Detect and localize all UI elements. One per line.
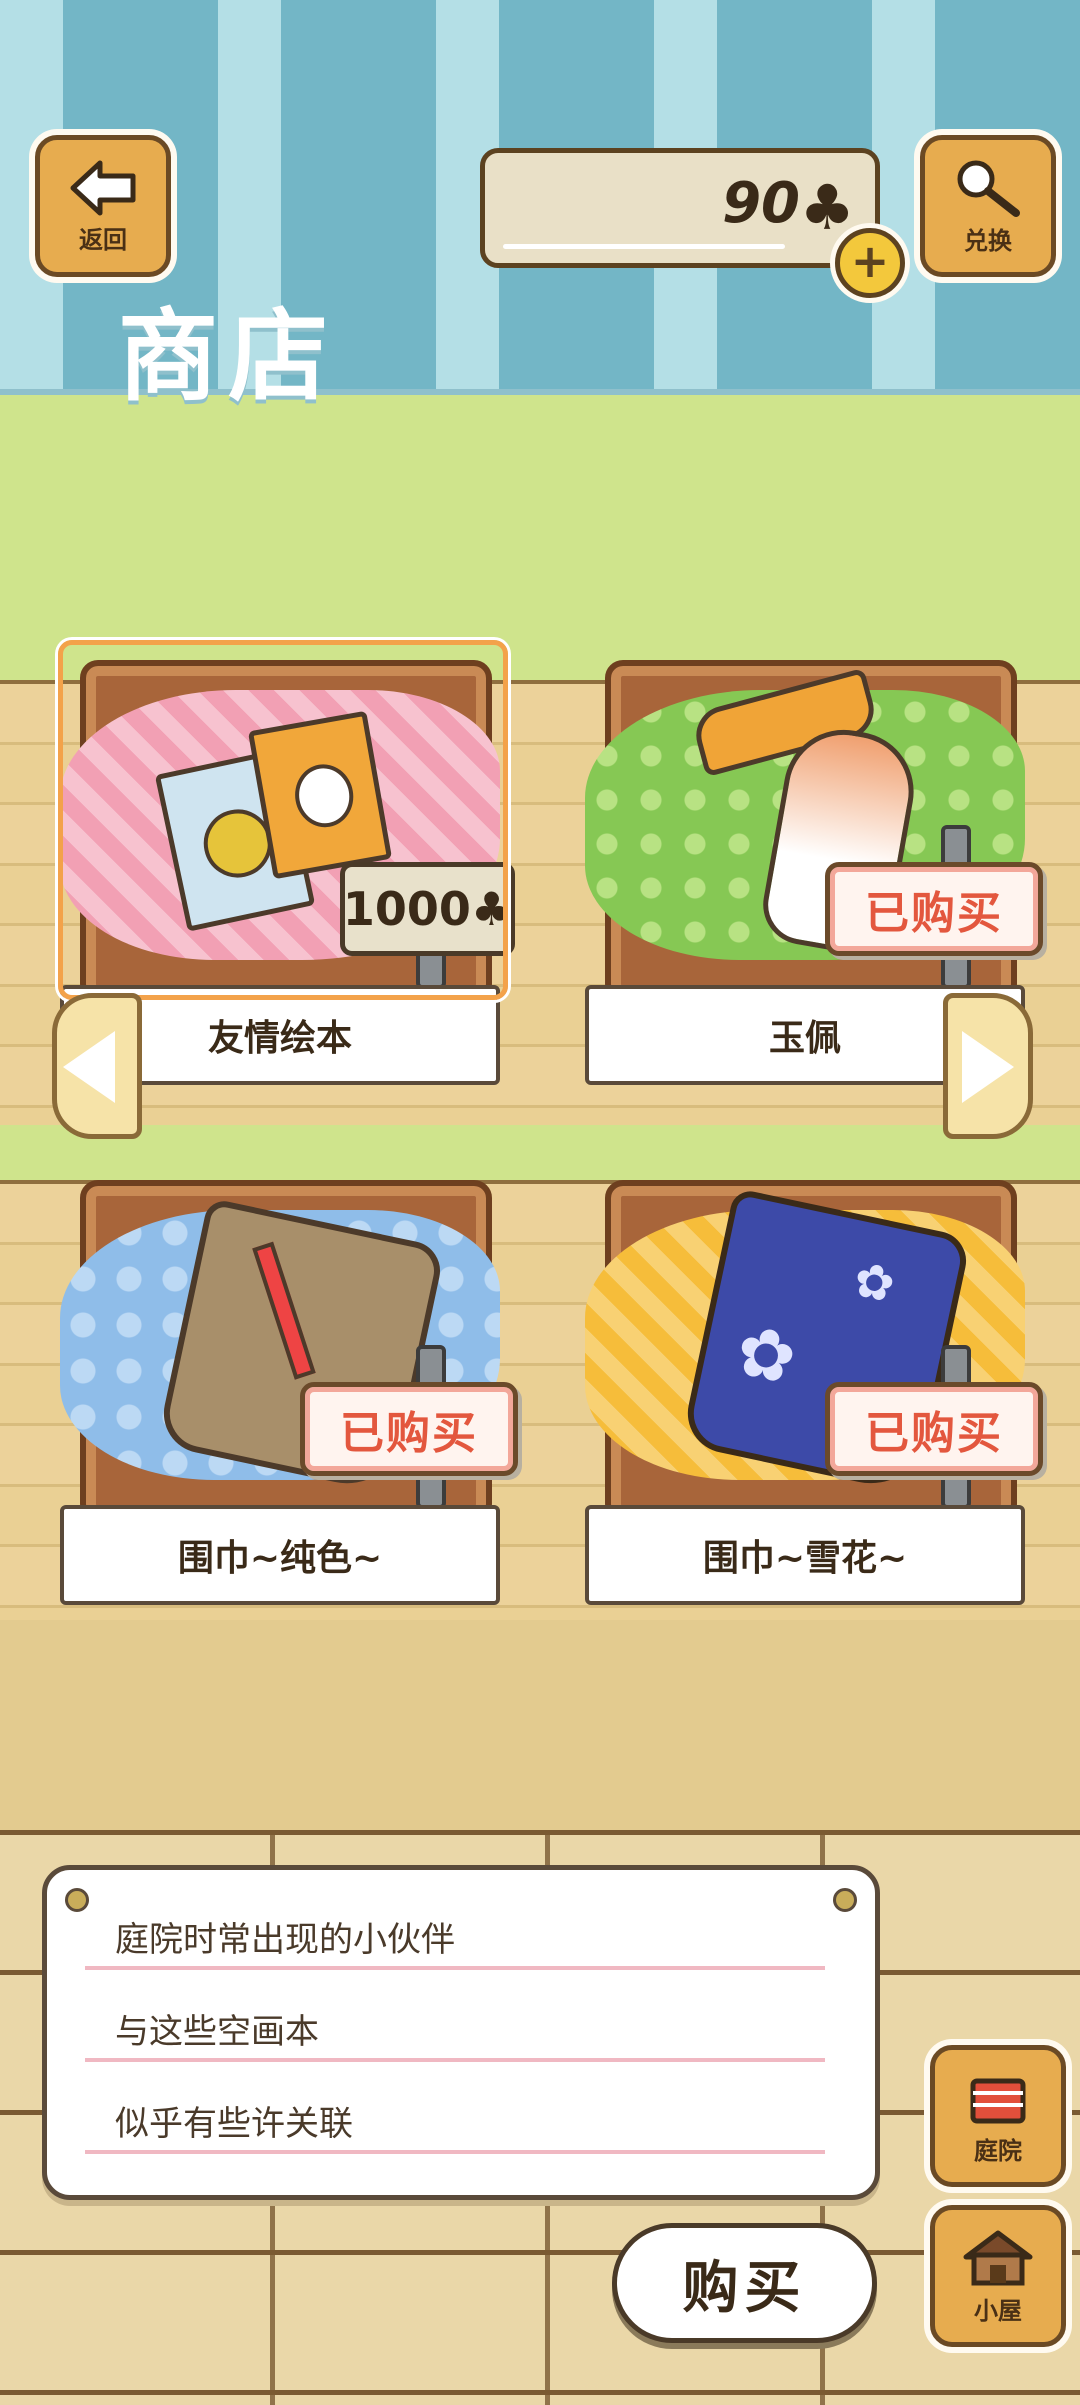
prev-arrow-icon	[63, 1031, 115, 1103]
exchange-button[interactable]: 兑换	[920, 135, 1056, 277]
item-name: 围巾~纯色~	[60, 1505, 500, 1605]
description-line: 庭院时常出现的小伙伴	[85, 1910, 825, 1970]
exchange-label: 兑换	[964, 226, 1012, 255]
price-tag: 1000♣	[340, 862, 515, 956]
clover-counter: 90 ♣	[480, 148, 880, 268]
bought-badge: 已购买	[825, 1382, 1043, 1476]
house-icon	[963, 2230, 1033, 2285]
plus-icon: +	[850, 234, 890, 288]
prev-page-button[interactable]	[52, 993, 142, 1139]
bought-badge: 已购买	[825, 862, 1043, 956]
page-title: 商店	[118, 298, 338, 415]
item-description-panel: 庭院时常出现的小伙伴 与这些空画本 似乎有些许关联	[42, 1865, 880, 2200]
floor	[0, 1620, 1080, 1840]
add-clover-button[interactable]: +	[835, 228, 905, 298]
description-line: 与这些空画本	[85, 2002, 825, 2062]
shop-item-snowflake-scarf[interactable]: 已购买 围巾~雪花~	[585, 1170, 1043, 1610]
magnifier-icon	[957, 160, 1020, 217]
clover-icon: ♣	[799, 171, 855, 244]
picturebook-icon	[247, 710, 393, 880]
pin-icon	[65, 1888, 89, 1912]
pin-icon	[833, 1888, 857, 1912]
back-arrow-icon	[70, 160, 136, 215]
shop-item-plain-scarf[interactable]: 已购买 围巾~纯色~	[60, 1170, 518, 1610]
back-label: 返回	[79, 225, 127, 254]
bought-badge: 已购买	[300, 1382, 518, 1476]
house-label: 小屋	[974, 2296, 1022, 2325]
next-arrow-icon	[962, 1031, 1014, 1103]
next-page-button[interactable]	[943, 993, 1033, 1139]
item-name: 围巾~雪花~	[585, 1505, 1025, 1605]
buy-button[interactable]: 购买	[612, 2223, 877, 2343]
yard-icon	[970, 2078, 1026, 2123]
counter-highlight	[503, 244, 785, 249]
description-line: 似乎有些许关联	[85, 2094, 825, 2154]
clover-count: 90	[722, 171, 800, 236]
green-wall	[0, 395, 1080, 685]
yard-button[interactable]: 庭院	[930, 2045, 1066, 2187]
house-button[interactable]: 小屋	[930, 2205, 1066, 2347]
back-button[interactable]: 返回	[35, 135, 171, 277]
yard-label: 庭院	[974, 2136, 1022, 2165]
